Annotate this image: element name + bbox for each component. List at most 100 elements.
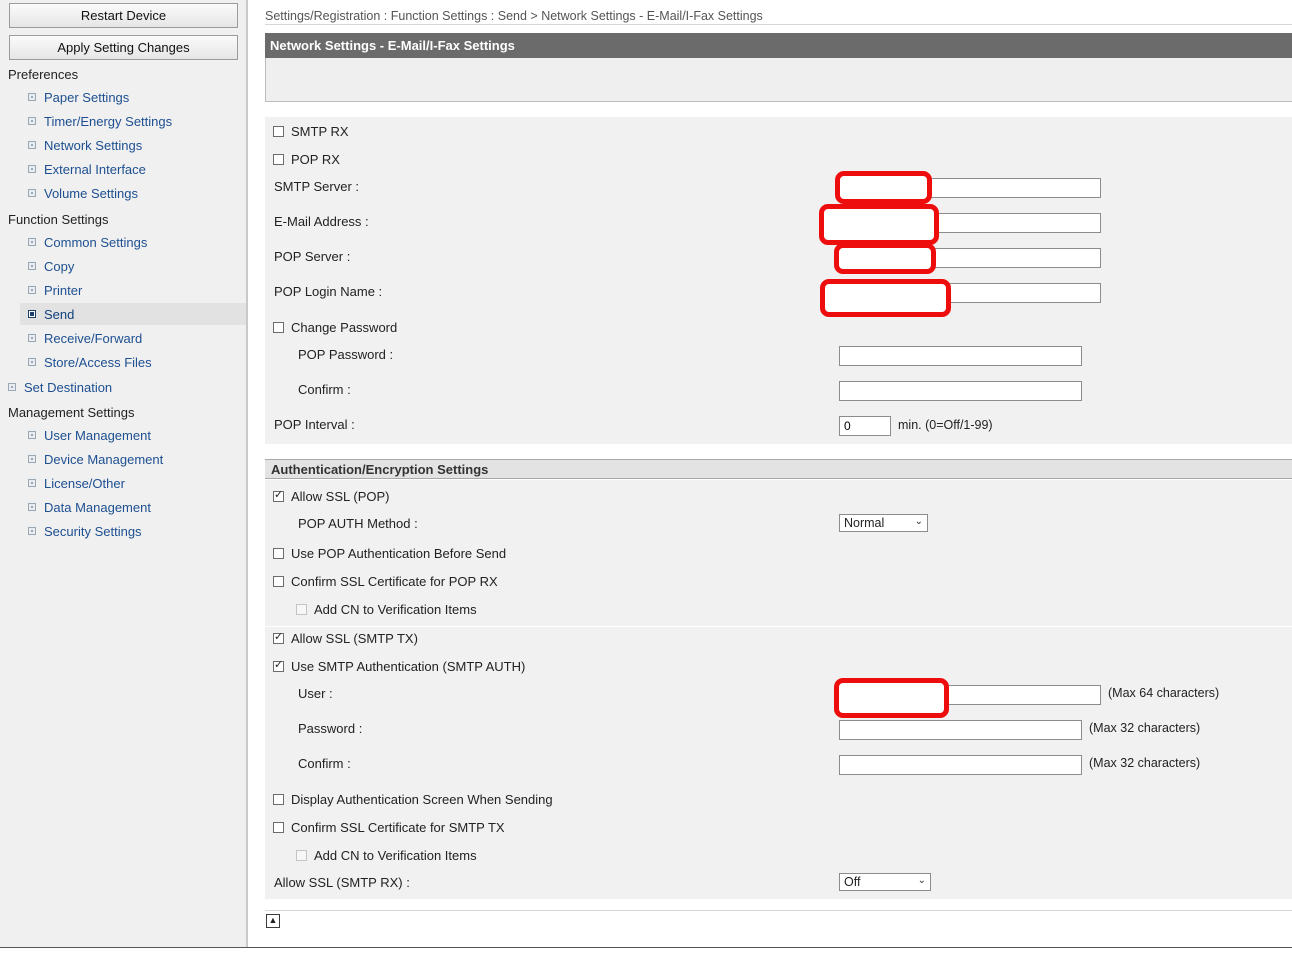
bullet-icon	[28, 455, 36, 463]
pop-auth-method-select[interactable]: Normal ⌄	[839, 514, 928, 532]
email-address-label: E-Mail Address :	[274, 214, 369, 229]
bullet-icon	[28, 479, 36, 487]
pop-interval-input[interactable]	[839, 416, 891, 436]
sidebar-item-paper-settings[interactable]: Paper Settings	[28, 86, 129, 108]
checkbox-icon[interactable]	[273, 153, 284, 165]
bullet-icon	[28, 527, 36, 535]
pop-before-send-checkbox[interactable]: Use POP Authentication Before Send	[273, 543, 506, 563]
checkbox-icon[interactable]	[273, 547, 284, 559]
confirm-ssl-pop-checkbox[interactable]: Confirm SSL Certificate for POP RX	[273, 571, 498, 591]
pop-server-label: POP Server :	[274, 249, 351, 264]
auth-encryption-heading: Authentication/Encryption Settings	[265, 459, 1292, 479]
checkbox-icon[interactable]	[273, 575, 284, 587]
bullet-icon	[28, 503, 36, 511]
bullet-icon	[28, 141, 36, 149]
allow-ssl-smtp-rx-select[interactable]: Off ⌄	[839, 873, 931, 891]
smtp-confirm-label: Confirm :	[298, 756, 351, 771]
smtp-server-label: SMTP Server :	[274, 179, 360, 194]
sidebar-item-user-management[interactable]: User Management	[28, 424, 151, 446]
sidebar-item-data-management[interactable]: Data Management	[28, 496, 151, 518]
divider	[265, 24, 1292, 25]
checkbox-icon[interactable]	[273, 488, 284, 502]
breadcrumb: Settings/Registration : Function Setting…	[265, 9, 763, 23]
sidebar-item-external-interface[interactable]: External Interface	[28, 158, 146, 180]
sidebar-item-common-settings[interactable]: Common Settings	[28, 231, 147, 253]
pop-login-name-label: POP Login Name :	[274, 284, 383, 299]
sidebar: Restart Device Apply Setting Changes Pre…	[0, 0, 248, 948]
pop-rx-checkbox[interactable]: POP RX	[273, 149, 340, 169]
sidebar-item-printer[interactable]: Printer	[28, 279, 82, 301]
pop-confirm-input[interactable]	[839, 381, 1082, 401]
pop-confirm-label: Confirm :	[298, 382, 351, 397]
checkbox-icon[interactable]	[273, 821, 284, 833]
redaction-mark	[834, 243, 936, 274]
bullet-icon	[28, 165, 36, 173]
title-panel	[265, 58, 1292, 102]
sidebar-item-store-access-files[interactable]: Store/Access Files	[28, 351, 152, 373]
sidebar-item-volume-settings[interactable]: Volume Settings	[28, 182, 138, 204]
bullet-icon	[28, 358, 36, 366]
checkbox-icon[interactable]	[296, 603, 307, 615]
smtp-confirm-input[interactable]	[839, 755, 1082, 775]
general-settings-panel	[265, 117, 1292, 444]
page-title: Network Settings - E-Mail/I-Fax Settings	[265, 33, 1292, 58]
sidebar-item-security-settings[interactable]: Security Settings	[28, 520, 142, 542]
password-max-note: (Max 32 characters)	[1089, 721, 1201, 735]
bullet-icon	[28, 310, 36, 318]
bullet-icon	[28, 189, 36, 197]
checkbox-icon[interactable]	[296, 849, 307, 861]
bullet-icon	[28, 93, 36, 101]
user-max-note: (Max 64 characters)	[1108, 686, 1220, 700]
checkbox-icon[interactable]	[273, 321, 284, 333]
sidebar-item-set-destination[interactable]: Set Destination	[8, 376, 112, 398]
add-cn-smtp-checkbox[interactable]: Add CN to Verification Items	[296, 845, 477, 865]
pop-interval-label: POP Interval :	[274, 417, 355, 432]
checkbox-icon[interactable]	[273, 125, 284, 137]
sidebar-item-copy[interactable]: Copy	[28, 255, 74, 277]
redaction-mark	[820, 279, 951, 317]
sidebar-item-send[interactable]: Send	[20, 303, 246, 325]
sidebar-item-timer-energy[interactable]: Timer/Energy Settings	[28, 110, 172, 132]
chevron-down-icon: ⌄	[917, 875, 926, 886]
preferences-heading: Preferences	[8, 67, 79, 82]
sidebar-item-device-management[interactable]: Device Management	[28, 448, 163, 470]
allow-ssl-pop-checkbox[interactable]: Allow SSL (POP)	[273, 486, 390, 506]
sidebar-item-receive-forward[interactable]: Receive/Forward	[28, 327, 142, 349]
bullet-icon	[28, 262, 36, 270]
redaction-mark	[819, 204, 939, 245]
pop-auth-method-label: POP AUTH Method :	[298, 516, 418, 531]
change-password-checkbox[interactable]: Change Password	[273, 317, 397, 337]
checkbox-icon[interactable]	[273, 658, 284, 672]
checkbox-icon[interactable]	[273, 793, 284, 805]
checkbox-icon[interactable]	[273, 630, 284, 644]
redaction-mark	[835, 171, 932, 204]
bullet-icon	[28, 431, 36, 439]
function-settings-heading: Function Settings	[8, 212, 109, 227]
smtp-rx-checkbox[interactable]: SMTP RX	[273, 121, 349, 141]
use-smtp-auth-checkbox[interactable]: Use SMTP Authentication (SMTP AUTH)	[273, 656, 525, 676]
pop-interval-note: min. (0=Off/1-99)	[898, 418, 993, 432]
sidebar-item-license-other[interactable]: License/Other	[28, 472, 125, 494]
management-settings-heading: Management Settings	[8, 405, 135, 420]
bullet-icon	[28, 238, 36, 246]
add-cn-pop-checkbox[interactable]: Add CN to Verification Items	[296, 599, 477, 619]
restart-device-button[interactable]: Restart Device	[9, 3, 238, 28]
bullet-icon	[28, 117, 36, 125]
redaction-mark	[834, 678, 949, 718]
pop-password-input[interactable]	[839, 346, 1082, 366]
allow-ssl-smtp-rx-label: Allow SSL (SMTP RX) :	[274, 875, 410, 890]
apply-setting-changes-button[interactable]: Apply Setting Changes	[9, 35, 238, 60]
smtp-password-label: Password :	[298, 721, 363, 736]
bullet-icon	[8, 383, 16, 391]
sidebar-item-network-settings[interactable]: Network Settings	[28, 134, 142, 156]
confirm-ssl-smtp-checkbox[interactable]: Confirm SSL Certificate for SMTP TX	[273, 817, 505, 837]
scroll-to-top-icon[interactable]: ▲	[266, 914, 280, 928]
smtp-user-label: User :	[298, 686, 333, 701]
bullet-icon	[28, 286, 36, 294]
display-auth-screen-checkbox[interactable]: Display Authentication Screen When Sendi…	[273, 789, 553, 809]
allow-ssl-smtp-tx-checkbox[interactable]: Allow SSL (SMTP TX)	[273, 628, 418, 648]
chevron-down-icon: ⌄	[914, 516, 923, 527]
divider	[0, 947, 1292, 948]
smtp-password-input[interactable]	[839, 720, 1082, 740]
divider	[265, 910, 1292, 911]
